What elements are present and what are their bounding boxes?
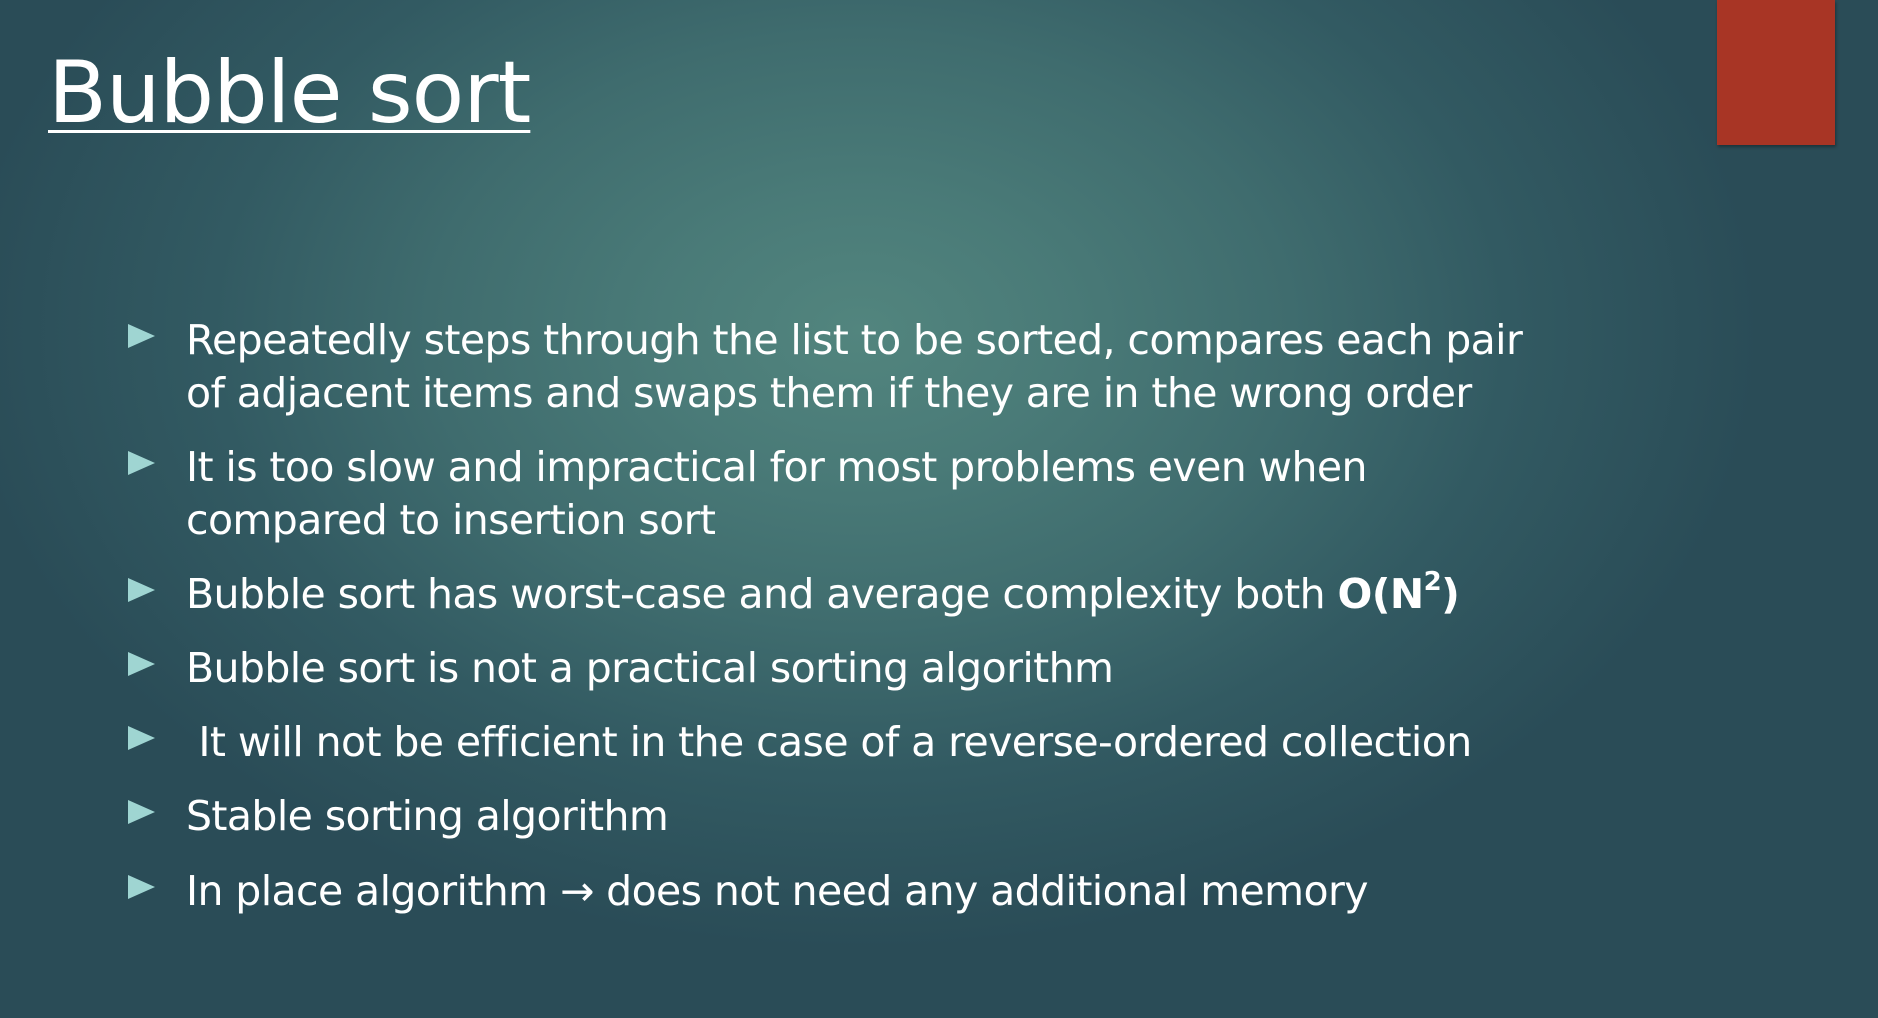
- bullet-text: Repeatedly steps through the list to be …: [186, 314, 1646, 420]
- triangle-bullet-icon: [128, 324, 155, 348]
- triangle-bullet-icon: [128, 578, 155, 602]
- bullet-text: In place algorithm → does not need any a…: [186, 867, 1369, 915]
- bullet-line: compared to insertion sort: [186, 496, 716, 544]
- complexity-open: O(N: [1337, 570, 1424, 618]
- bullet-text-main: Bubble sort has worst-case and average c…: [186, 570, 1338, 618]
- triangle-bullet-icon: [128, 652, 155, 676]
- triangle-bullet-icon: [128, 726, 155, 750]
- slide: Bubble sort Repeatedly steps through the…: [0, 0, 1878, 1018]
- bullet-text: It will not be efficient in the case of …: [186, 718, 1472, 766]
- slide-title: Bubble sort: [48, 43, 531, 143]
- complexity-notation: O(N2): [1337, 567, 1460, 618]
- complexity-exponent: 2: [1423, 567, 1442, 597]
- bullet-text: Stable sorting algorithm: [186, 792, 669, 840]
- accent-block: [1717, 0, 1835, 145]
- complexity-close: ): [1441, 570, 1460, 618]
- bullet-line: It is too slow and impractical for most …: [186, 443, 1367, 491]
- triangle-bullet-icon: [128, 451, 155, 475]
- bullet-text: It is too slow and impractical for most …: [186, 441, 1646, 547]
- triangle-bullet-icon: [128, 875, 155, 899]
- triangle-bullet-icon: [128, 800, 155, 824]
- bullet-text: Bubble sort is not a practical sorting a…: [186, 644, 1114, 692]
- bullet-line: Repeatedly steps through the list to be …: [186, 316, 1523, 364]
- bullet-line: of adjacent items and swaps them if they…: [186, 369, 1472, 417]
- bullet-text: Bubble sort has worst-case and average c…: [186, 568, 1646, 621]
